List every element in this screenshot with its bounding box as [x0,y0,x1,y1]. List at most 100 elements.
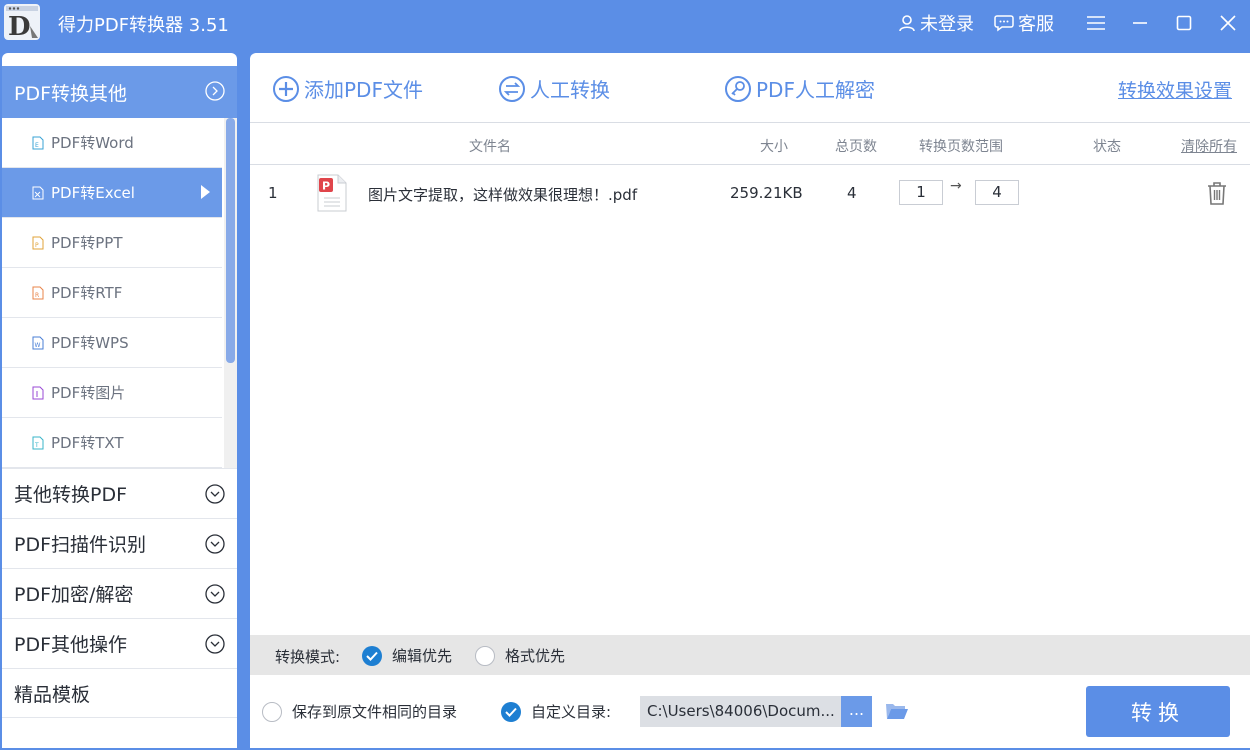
service-button[interactable]: 客服 [994,10,1054,36]
minimize-icon [1133,22,1147,24]
caret-right-icon [201,185,210,199]
login-button[interactable]: 未登录 [898,10,974,36]
row-pages: 4 [847,184,857,202]
browse-button[interactable]: ... [841,696,872,727]
clear-all-link[interactable]: 清除所有 [1181,136,1237,156]
swap-circle-icon [499,75,525,102]
sidebar-section-templates[interactable]: 精品模板 [2,668,237,718]
table-row[interactable]: 1 P 图片文字提取，这样做效果很理想！.pdf 259.21KB 4 1 → … [250,165,1250,221]
chevron-down-circle-icon [205,634,225,654]
svg-text:T: T [34,442,39,449]
sidebar-section-label: PDF加密/解密 [14,584,134,606]
maximize-icon [1176,15,1192,31]
range-from-input[interactable]: 1 [899,180,943,205]
sidebar-section-pdf-other-ops[interactable]: PDF其他操作 [2,618,237,668]
sidebar-item-label: PDF转Excel [51,184,135,202]
chat-icon [994,15,1014,32]
sidebar-item-pdf-to-word[interactable]: E PDF转Word [2,118,222,168]
check-circle-icon [501,701,521,722]
folder-open-icon[interactable] [885,701,909,721]
sidebar-item-label: PDF转PPT [51,234,123,252]
close-button[interactable] [1206,0,1250,46]
minimize-button[interactable] [1118,0,1162,46]
plus-circle-icon [273,75,299,102]
chevron-right-circle-icon [205,81,225,101]
maximize-button[interactable] [1162,0,1206,46]
col-size: 大小 [760,139,788,155]
svg-text:D: D [8,12,31,42]
sidebar-item-label: PDF转TXT [51,434,124,452]
sidebar-header-pdf-to-other[interactable]: PDF转换其他 [2,66,237,118]
sidebar-section-other-to-pdf[interactable]: 其他转换PDF [2,468,237,518]
mode-edit-label: 编辑优先 [392,647,453,665]
check-circle-icon [362,645,382,666]
sidebar-item-label: PDF转图片 [51,384,126,402]
manual-decrypt-label: PDF人工解密 [756,78,875,102]
app-logo-icon: D [4,4,40,42]
sidebar-item-pdf-to-excel[interactable]: PDF转Excel [2,168,222,218]
image-file-icon [32,386,44,399]
range-to-input[interactable]: 4 [975,180,1019,205]
menu-button[interactable] [1074,0,1118,46]
convert-button[interactable]: 转换 [1086,686,1230,737]
sidebar-item-pdf-to-wps[interactable]: W PDF转WPS [2,318,222,368]
chevron-down-circle-icon [205,484,225,504]
trash-icon[interactable] [1206,181,1228,205]
excel-file-icon [32,186,44,199]
sidebar-item-pdf-to-image[interactable]: PDF转图片 [2,368,222,418]
sidebar-item-label: PDF转WPS [51,334,129,352]
custom-dir-radio[interactable]: 自定义目录: [501,701,611,722]
login-label: 未登录 [920,14,974,35]
mode-format-label: 格式优先 [505,647,566,665]
sidebar-item-pdf-to-rtf[interactable]: R PDF转RTF [2,268,222,318]
sidebar-section-label: 精品模板 [14,683,91,706]
sidebar-item-label: PDF转Word [51,134,134,152]
sidebar-sections: 其他转换PDF PDF扫描件识别 PDF加密/解密 PDF其他操作 精品模板 [2,468,237,718]
radio-empty-icon [475,645,495,666]
sidebar-section-label: PDF扫描件识别 [14,534,147,556]
txt-file-icon: T [32,436,44,449]
row-filename: 图片文字提取，这样做效果很理想！.pdf [368,186,638,204]
manual-convert-label: 人工转换 [530,78,610,102]
add-pdf-label: 添加PDF文件 [304,78,423,102]
sidebar-item-pdf-to-txt[interactable]: T PDF转TXT [2,418,222,468]
mode-format-priority-radio[interactable]: 格式优先 [475,645,565,666]
sidebar: PDF转换其他 E PDF转Word PDF转Excel P PDF转PPT R… [2,53,237,748]
manual-convert-button[interactable]: 人工转换 [498,74,610,103]
chevron-down-circle-icon [205,584,225,604]
save-same-dir-radio[interactable]: 保存到原文件相同的目录 [262,701,457,722]
output-path-field[interactable]: C:\Users\84006\Docum... [640,696,841,727]
toolbar: 添加PDF文件 人工转换 PDF人工解密 转换效果设置 [250,53,1250,123]
sidebar-item-label: PDF转RTF [51,284,123,302]
pdf-file-icon: P [317,174,347,212]
svg-text:E: E [35,142,39,149]
col-pages: 总页数 [835,139,877,155]
sidebar-item-pdf-to-ppt[interactable]: P PDF转PPT [2,218,222,268]
svg-text:R: R [35,292,39,299]
custom-dir-label: 自定义目录: [531,703,612,721]
sidebar-scrollbar[interactable] [224,118,237,468]
ppt-file-icon: P [32,236,44,249]
title-bar: D 得力PDF转换器 3.51 未登录 客服 [0,0,1250,46]
mode-edit-priority-radio[interactable]: 编辑优先 [362,645,452,666]
radio-empty-icon [262,701,282,722]
hamburger-icon [1087,16,1105,30]
manual-decrypt-button[interactable]: PDF人工解密 [724,74,875,103]
col-range: 转换页数范围 [919,139,1003,155]
add-pdf-button[interactable]: 添加PDF文件 [272,74,423,103]
close-icon [1220,15,1236,31]
key-circle-icon [725,75,751,102]
effect-settings-link[interactable]: 转换效果设置 [1118,76,1232,103]
sidebar-section-pdf-encrypt-decrypt[interactable]: PDF加密/解密 [2,568,237,618]
range-arrow-icon: → [950,178,962,194]
sidebar-header-label: PDF转换其他 [14,82,128,105]
wps-file-icon: W [32,336,44,349]
col-filename: 文件名 [469,139,511,155]
service-label: 客服 [1018,14,1054,35]
row-index: 1 [268,184,278,202]
scrollbar-thumb[interactable] [226,118,235,363]
sidebar-section-pdf-scan-ocr[interactable]: PDF扫描件识别 [2,518,237,568]
sidebar-section-label: PDF其他操作 [14,634,128,656]
table-header: 文件名 大小 总页数 转换页数范围 状态 清除所有 [250,123,1250,165]
mode-label: 转换模式: [275,648,341,666]
